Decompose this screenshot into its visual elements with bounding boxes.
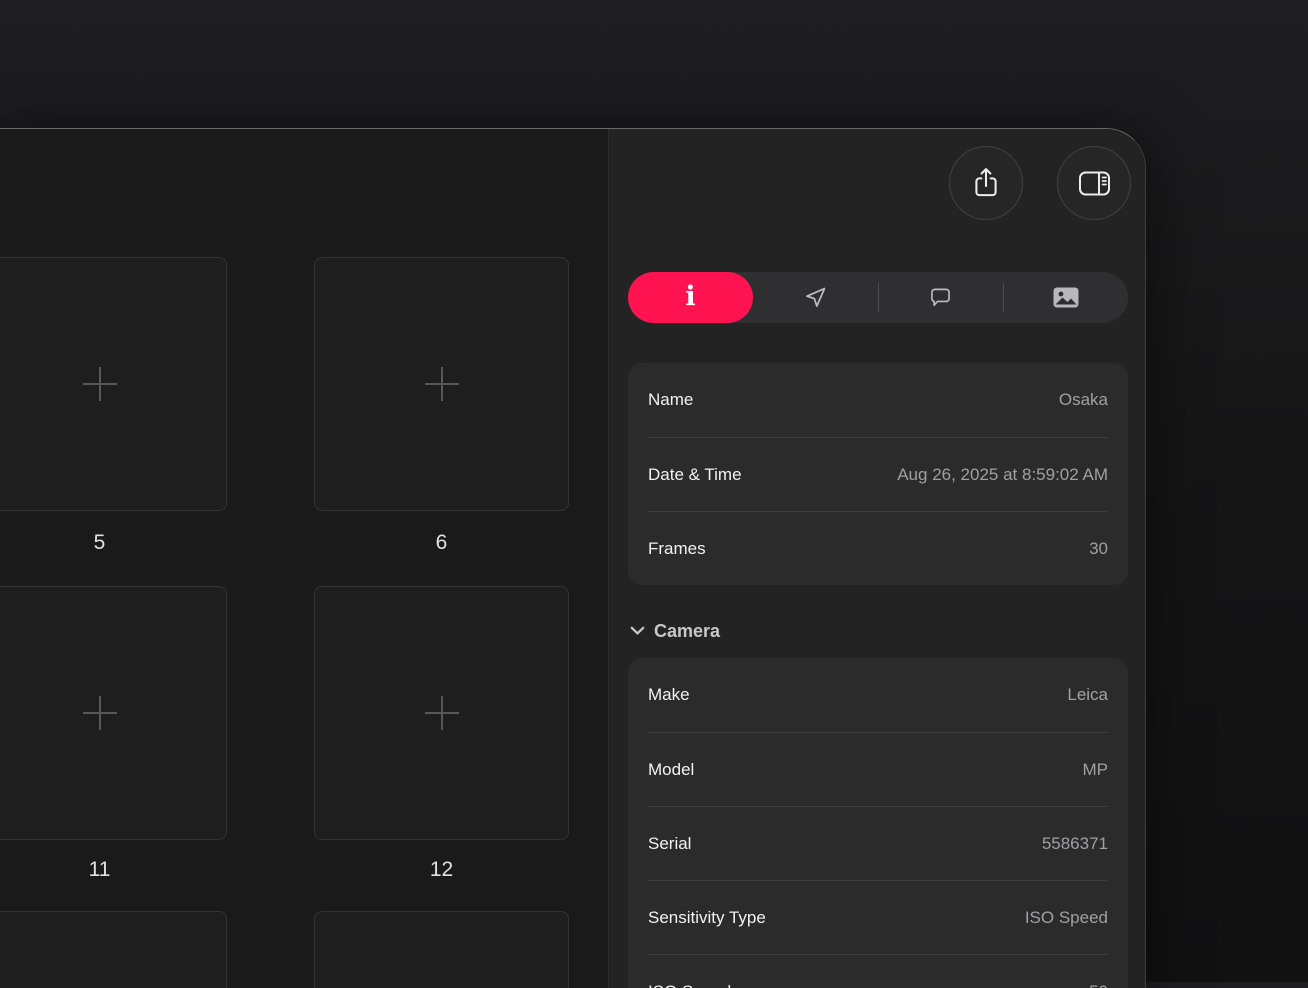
speech-bubble-icon xyxy=(928,285,953,310)
row-label: Frames xyxy=(648,539,706,559)
row-value[interactable]: Osaka xyxy=(1059,390,1108,410)
row-label: Date & Time xyxy=(648,465,742,485)
row-value: 30 xyxy=(1089,539,1108,559)
film-frame-placeholder[interactable] xyxy=(0,586,227,840)
tab-info[interactable]: i xyxy=(628,272,753,323)
camera-row-iso-speed: ISO Speed 50 xyxy=(648,954,1108,988)
chevron-down-icon xyxy=(630,626,645,636)
info-row-datetime: Date & Time Aug 26, 2025 at 8:59:02 AM xyxy=(648,437,1108,511)
app-window: 5 6 11 12 xyxy=(0,128,1146,988)
info-icon: i xyxy=(685,283,695,310)
plus-icon xyxy=(423,365,461,403)
tab-separator xyxy=(1003,283,1004,312)
row-value: ISO Speed xyxy=(1025,908,1108,928)
plus-icon xyxy=(81,694,119,732)
row-value: MP xyxy=(1083,760,1109,780)
location-arrow-icon xyxy=(803,285,828,310)
tab-location[interactable] xyxy=(753,272,878,323)
plus-icon xyxy=(423,694,461,732)
share-icon xyxy=(971,166,1001,200)
info-card: Name Osaka Date & Time Aug 26, 2025 at 8… xyxy=(628,363,1128,585)
inspector-tabs: i xyxy=(628,272,1128,323)
camera-section-header[interactable]: Camera xyxy=(630,616,720,646)
info-row-frames: Frames 30 xyxy=(648,511,1108,585)
camera-row-make: Make Leica xyxy=(648,658,1108,732)
row-label: Name xyxy=(648,390,693,410)
camera-row-serial: Serial 5586371 xyxy=(648,806,1108,880)
share-button[interactable] xyxy=(949,146,1023,220)
camera-card: Make Leica Model MP Serial 5586371 Sensi… xyxy=(628,658,1128,988)
film-frame-placeholder[interactable] xyxy=(314,911,569,988)
row-label: Serial xyxy=(648,834,691,854)
inspector-panel: i xyxy=(608,129,1146,988)
plus-icon xyxy=(81,365,119,403)
frame-number: 11 xyxy=(0,855,227,885)
frame-number: 6 xyxy=(314,528,569,558)
tab-comments[interactable] xyxy=(878,272,1003,323)
row-value: Leica xyxy=(1067,685,1108,705)
sidebar-right-icon xyxy=(1078,169,1111,198)
frame-number: 5 xyxy=(0,528,227,558)
info-row-name: Name Osaka xyxy=(648,363,1108,437)
film-frame-placeholder[interactable] xyxy=(0,257,227,511)
tab-separator xyxy=(878,283,879,312)
row-value: 5586371 xyxy=(1042,834,1108,854)
row-value: Aug 26, 2025 at 8:59:02 AM xyxy=(897,465,1108,485)
row-label: Make xyxy=(648,685,690,705)
film-strip-area: 5 6 11 12 xyxy=(0,129,608,988)
camera-section-title: Camera xyxy=(654,621,720,642)
camera-row-sensitivity-type: Sensitivity Type ISO Speed xyxy=(648,880,1108,954)
row-label: ISO Speed xyxy=(648,982,731,988)
toggle-inspector-button[interactable] xyxy=(1057,146,1131,220)
row-label: Sensitivity Type xyxy=(648,908,766,928)
tab-photos[interactable] xyxy=(1003,272,1128,323)
photo-icon xyxy=(1053,287,1079,308)
camera-row-model: Model MP xyxy=(648,732,1108,806)
film-frame-placeholder[interactable] xyxy=(314,586,569,840)
film-frame-placeholder[interactable] xyxy=(0,911,227,988)
frame-number: 12 xyxy=(314,855,569,885)
row-label: Model xyxy=(648,760,694,780)
row-value: 50 xyxy=(1089,982,1108,988)
film-frame-placeholder[interactable] xyxy=(314,257,569,511)
